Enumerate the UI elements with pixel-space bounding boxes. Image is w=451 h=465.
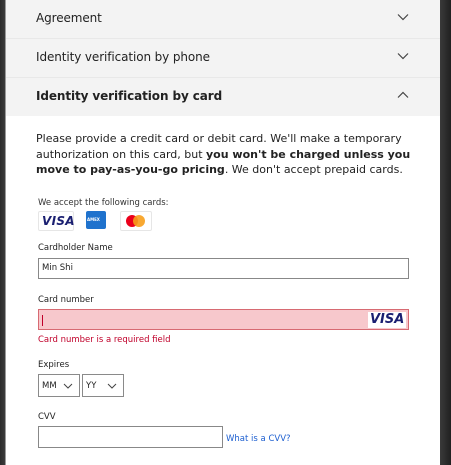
window-frame: Agreement Identity verification by phone…: [0, 0, 451, 465]
accordion-card-verification[interactable]: Identity verification by card: [6, 78, 440, 116]
expiry-year-value: YY: [86, 381, 97, 391]
expiry-year-select[interactable]: YY: [82, 374, 124, 397]
accordion-card-verification-label: Identity verification by card: [36, 89, 223, 103]
chevron-down-icon: [396, 10, 410, 24]
card-verification-content: Please provide a credit card or debit ca…: [6, 116, 440, 465]
cardholder-name-input[interactable]: Min Shi: [38, 258, 409, 279]
expires-label: Expires: [38, 360, 70, 370]
accepted-cards-label: We accept the following cards:: [38, 198, 169, 208]
accordion-phone-verification[interactable]: Identity verification by phone: [6, 39, 440, 78]
chevron-down-icon: [107, 381, 117, 394]
accordion-agreement[interactable]: Agreement: [6, 0, 440, 39]
chevron-down-icon: [63, 381, 73, 394]
amex-logo: AMEX: [86, 211, 106, 229]
cvv-label: CVV: [38, 412, 56, 422]
card-number-error: Card number is a required field: [38, 335, 171, 345]
chevron-down-icon: [396, 49, 410, 63]
card-number-input[interactable]: VISA: [38, 309, 409, 330]
visa-brand-icon: VISA: [368, 312, 406, 328]
intro-post: . We don't accept prepaid cards.: [224, 163, 403, 176]
text-cursor: [42, 315, 43, 326]
expiry-month-select[interactable]: MM: [38, 374, 80, 397]
visa-logo: VISA: [38, 211, 75, 231]
mastercard-logo: [120, 211, 152, 231]
accordion-agreement-label: Agreement: [36, 11, 102, 25]
card-intro-text: Please provide a credit card or debit ca…: [36, 131, 421, 178]
signup-panel: Agreement Identity verification by phone…: [6, 0, 440, 465]
accordion-phone-verification-label: Identity verification by phone: [36, 50, 210, 64]
chevron-up-icon: [396, 88, 410, 102]
expiry-month-value: MM: [42, 381, 57, 391]
card-number-label: Card number: [38, 295, 94, 305]
cvv-input[interactable]: [38, 426, 223, 448]
cardholder-name-label: Cardholder Name: [38, 243, 113, 253]
what-is-cvv-link[interactable]: What is a CVV?: [226, 434, 291, 444]
